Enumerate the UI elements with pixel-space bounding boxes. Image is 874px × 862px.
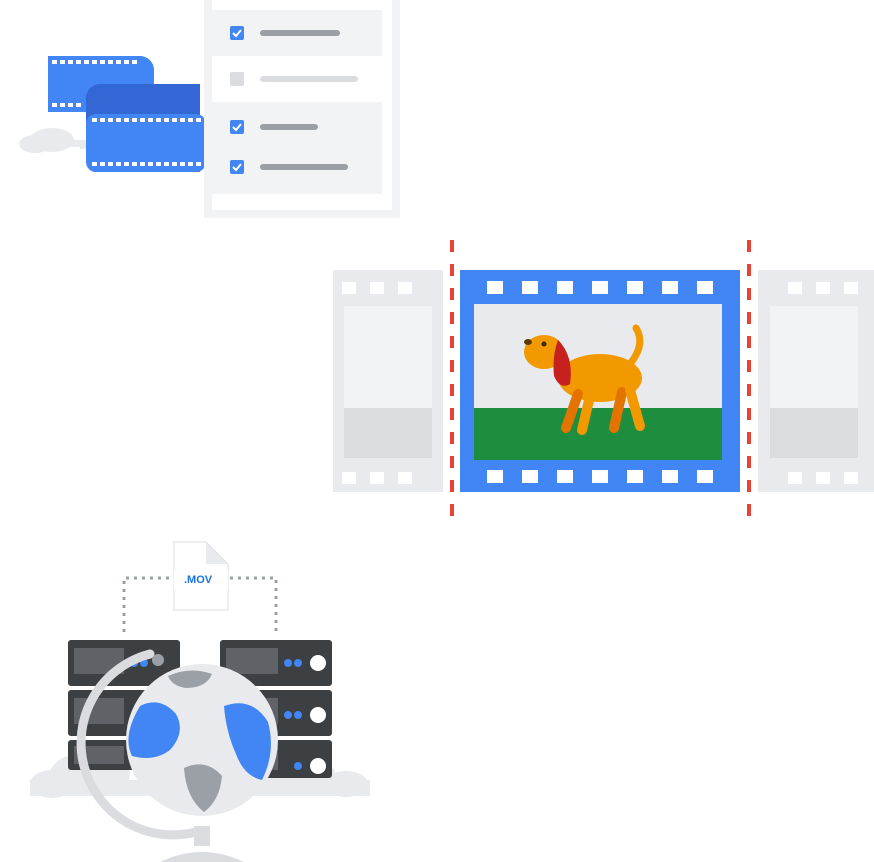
cloud-icon — [19, 128, 90, 153]
film-checklist-illustration — [0, 0, 420, 230]
checklist-panel — [204, 0, 400, 218]
server-globe-illustration: .MOV — [0, 536, 380, 862]
film-trim-illustration — [330, 236, 874, 526]
film-strip-front — [86, 84, 206, 172]
file-type-label: .MOV — [184, 574, 213, 586]
film-frame-right — [758, 270, 874, 492]
checkbox-checked-icon[interactable] — [230, 160, 244, 174]
checkbox-unchecked-icon[interactable] — [230, 72, 244, 86]
film-frame-left — [333, 270, 443, 492]
checkbox-checked-icon[interactable] — [230, 26, 244, 40]
checkbox-checked-icon[interactable] — [230, 120, 244, 134]
